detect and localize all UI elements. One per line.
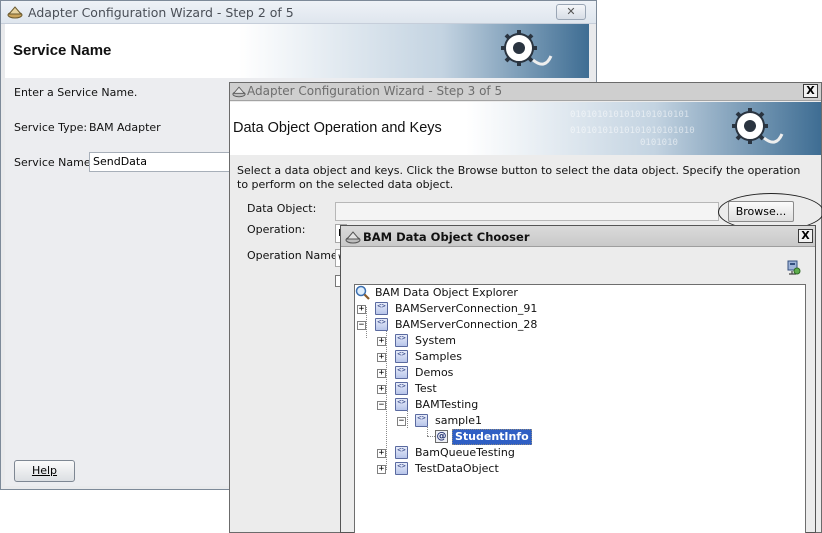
step3-close-button[interactable]: X	[803, 84, 818, 98]
bam-node-icon	[415, 414, 428, 427]
chooser-titlebar: BAM Data Object Chooser X	[341, 226, 815, 247]
banner-binary-2: 01010101010101010101010	[570, 126, 695, 136]
operation-label: Operation:	[247, 223, 306, 236]
expand-plus-icon[interactable]: +	[377, 337, 386, 346]
bam-node-icon	[395, 382, 408, 395]
tree-item-label: Demos	[415, 366, 454, 379]
tree-item-demos[interactable]: + Demos	[355, 365, 655, 381]
bam-node-icon	[395, 366, 408, 379]
step3-window-title: Adapter Configuration Wizard - Step 3 of…	[247, 84, 503, 98]
bam-node-icon	[395, 350, 408, 363]
wizard-window-icon	[232, 85, 246, 101]
bam-node-icon	[395, 334, 408, 347]
data-object-field[interactable]	[335, 202, 719, 221]
chooser-close-button[interactable]: X	[798, 229, 813, 243]
tree-item-label: BAMServerConnection_91	[395, 302, 538, 315]
help-button[interactable]: Help	[14, 460, 75, 482]
tree-item-bamqueuetesting[interactable]: + BamQueueTesting	[355, 445, 655, 461]
data-object-label: Data Object:	[247, 202, 317, 215]
banner-binary-3: 0101010	[640, 138, 678, 148]
tree-item-label: Samples	[415, 350, 462, 363]
tree-item-label: BamQueueTesting	[415, 446, 515, 459]
step2-titlebar: Adapter Configuration Wizard - Step 2 of…	[1, 1, 596, 24]
step3-titlebar: Adapter Configuration Wizard - Step 3 of…	[230, 83, 821, 101]
tree-root[interactable]: BAM Data Object Explorer	[355, 285, 655, 301]
wizard-window-icon	[7, 5, 23, 22]
step2-close-button[interactable]: ✕	[556, 4, 586, 20]
bam-node-icon	[395, 398, 408, 411]
collapse-minus-icon[interactable]: −	[377, 401, 386, 410]
refresh-server-icon[interactable]	[785, 259, 801, 278]
expand-plus-icon[interactable]: +	[357, 305, 366, 314]
chooser-title: BAM Data Object Chooser	[363, 230, 530, 244]
service-name-input[interactable]: SendData	[89, 152, 249, 172]
expand-plus-icon[interactable]: +	[377, 449, 386, 458]
step2-window-title: Adapter Configuration Wizard - Step 2 of…	[28, 5, 294, 20]
tree-item-label: BAMServerConnection_28	[395, 318, 538, 331]
gear-plug-icon	[493, 26, 553, 79]
bam-node-icon	[375, 302, 388, 315]
bam-node-icon	[395, 446, 408, 459]
bam-node-icon	[395, 462, 408, 475]
tree-item-connection-28[interactable]: − BAMServerConnection_28	[355, 317, 655, 333]
tree-item-samples[interactable]: + Samples	[355, 349, 655, 365]
expand-plus-icon[interactable]: +	[377, 369, 386, 378]
tree-item-testdataobject[interactable]: + TestDataObject	[355, 461, 655, 477]
banner-binary-1: 0101010101010101010101	[570, 110, 690, 120]
tree-item-test[interactable]: + Test	[355, 381, 655, 397]
step2-page-title: Service Name	[13, 42, 112, 59]
service-name-label: Service Name:	[14, 156, 95, 169]
data-object-description: Select a data object and keys. Click the…	[237, 164, 801, 191]
bam-data-object-chooser-dialog: BAM Data Object Chooser X BAM Data Objec…	[340, 225, 816, 533]
tree-item-connection-91[interactable]: + BAMServerConnection_91	[355, 301, 655, 317]
step2-header-banner: Service Name	[5, 24, 589, 78]
service-type-value: BAM Adapter	[89, 121, 161, 134]
tree-item-bamtesting[interactable]: − BAMTesting	[355, 397, 655, 413]
collapse-minus-icon[interactable]: −	[357, 321, 366, 330]
wizard-window-icon	[345, 230, 361, 247]
at-sign-icon: @	[435, 430, 448, 443]
expand-plus-icon[interactable]: +	[377, 385, 386, 394]
bam-object-tree: BAM Data Object Explorer + BAMServerConn…	[354, 284, 806, 533]
tree-item-label: sample1	[435, 414, 482, 427]
tree-item-label-selected: StudentInfo	[452, 429, 532, 445]
gear-plug-icon	[724, 104, 784, 157]
operation-name-label: Operation Name:	[247, 249, 342, 262]
tree-item-label: Test	[415, 382, 437, 395]
step3-header-banner: Data Object Operation and Keys 010101010…	[230, 102, 821, 155]
tree-root-label: BAM Data Object Explorer	[375, 286, 518, 299]
tree-item-label: BAMTesting	[415, 398, 479, 411]
service-name-instruction: Enter a Service Name.	[14, 86, 138, 99]
tree-item-label: System	[415, 334, 457, 347]
tree-item-label: TestDataObject	[415, 462, 499, 475]
collapse-minus-icon[interactable]: −	[397, 417, 406, 426]
tree-item-system[interactable]: + System	[355, 333, 655, 349]
step3-page-title: Data Object Operation and Keys	[233, 120, 442, 136]
expand-plus-icon[interactable]: +	[377, 353, 386, 362]
service-type-label: Service Type:	[14, 121, 88, 134]
tree-item-studentinfo[interactable]: @ StudentInfo	[355, 429, 655, 445]
bam-node-icon	[375, 318, 388, 331]
tree-item-sample1[interactable]: − sample1	[355, 413, 655, 429]
expand-plus-icon[interactable]: +	[377, 465, 386, 474]
